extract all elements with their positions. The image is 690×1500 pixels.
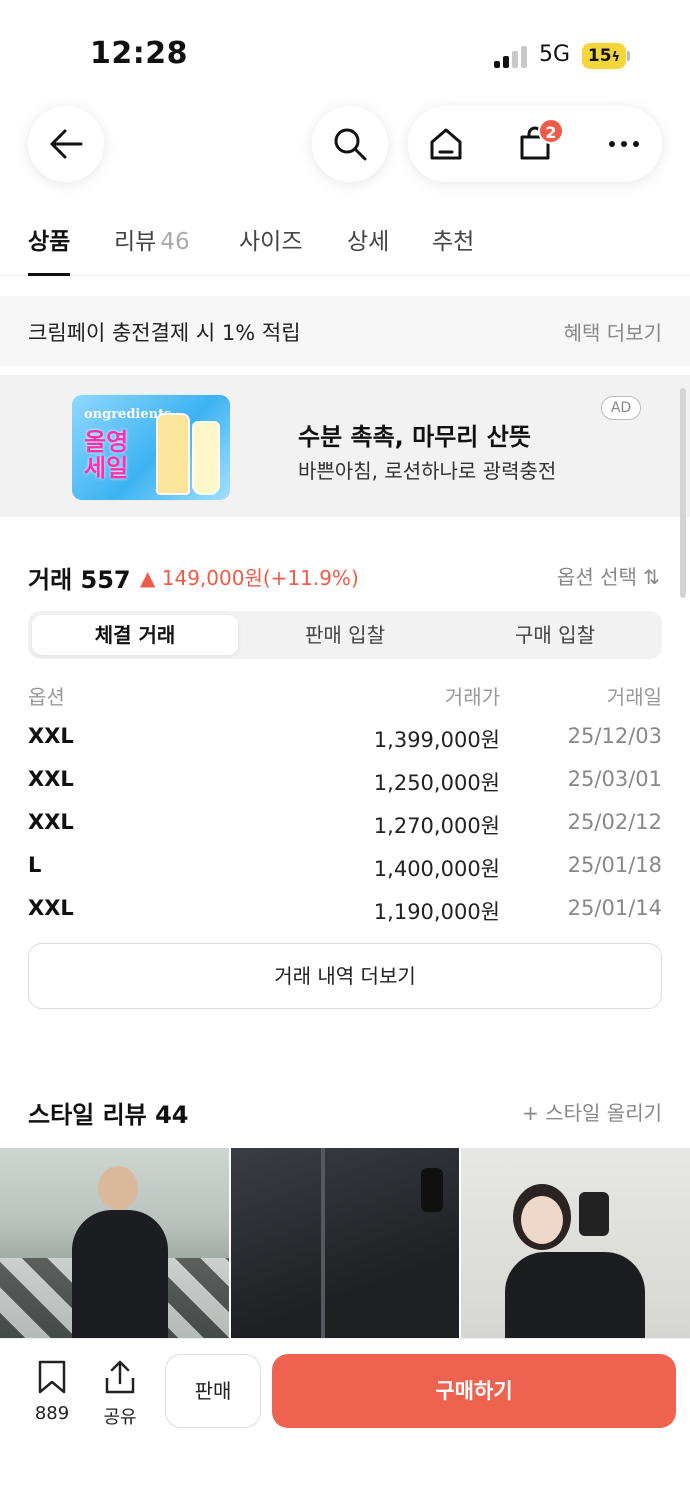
- battery-icon: 15ϟ: [582, 43, 626, 69]
- signal-icon: [494, 44, 530, 68]
- table-row: XXL 1,190,000원 25/01/14: [28, 896, 662, 928]
- row-price: 1,190,000원: [373, 900, 500, 924]
- row-date: 25/12/03: [567, 724, 662, 748]
- home-icon: [430, 128, 462, 160]
- trade-table-header: 옵션 거래가 거래일: [28, 681, 662, 711]
- network-label: 5G: [539, 42, 571, 67]
- tab-label: 상품: [28, 229, 71, 255]
- jacket-zipper: [321, 1148, 325, 1338]
- cart-count-badge: 2: [538, 118, 564, 144]
- row-price: 1,400,000원: [373, 857, 500, 881]
- share-icon: [105, 1360, 135, 1394]
- bookmark-icon: [38, 1360, 66, 1394]
- tab-review[interactable]: 리뷰 46: [114, 222, 190, 276]
- tab-size[interactable]: 사이즈: [239, 222, 302, 276]
- row-date: 25/03/01: [567, 767, 662, 791]
- style-photo[interactable]: [0, 1148, 229, 1338]
- bottom-action-bar: 889 공유 판매 구매하기: [0, 1338, 690, 1500]
- home-button[interactable]: [408, 106, 484, 182]
- status-bar: 12:28 5G 15ϟ: [0, 0, 690, 100]
- ad-badge: AD: [601, 396, 641, 420]
- row-option: XXL: [28, 767, 74, 791]
- product-tabs: 상품 리뷰 46 사이즈 상세 추천: [0, 214, 690, 276]
- bookmark-button[interactable]: 889: [28, 1359, 76, 1424]
- benefit-banner[interactable]: 크림페이 충전결제 시 1% 적립 혜택 더보기: [0, 296, 690, 366]
- row-option: XXL: [28, 810, 74, 834]
- product-tube-image: [192, 421, 220, 495]
- style-photo[interactable]: [461, 1148, 690, 1338]
- style-photo-strip: [0, 1148, 690, 1338]
- share-button[interactable]: 공유: [98, 1359, 142, 1429]
- row-option: XXL: [28, 896, 74, 920]
- more-button[interactable]: [586, 106, 662, 182]
- table-row: XXL 1,250,000원 25/03/01: [28, 767, 662, 799]
- ad-subtitle: 바쁜아침, 로션하나로 광력충전: [298, 459, 557, 483]
- row-option: L: [28, 853, 42, 877]
- trade-segment-control: 체결 거래 판매 입찰 구매 입찰: [28, 611, 662, 659]
- segment-sell-bids[interactable]: 판매 입찰: [242, 615, 448, 655]
- scrollbar[interactable]: [680, 388, 686, 598]
- tab-detail[interactable]: 상세: [347, 222, 389, 276]
- battery-level: 15: [587, 46, 612, 66]
- column-price: 거래가: [444, 685, 500, 709]
- person-head: [98, 1166, 138, 1210]
- benefit-more-link[interactable]: 혜택 더보기: [564, 317, 662, 346]
- share-label: 공유: [103, 1407, 137, 1428]
- product-bottle-image: [156, 413, 190, 495]
- tab-recommend[interactable]: 추천: [432, 222, 474, 276]
- price-change: ▲ 149,000원(+11.9%): [140, 566, 359, 590]
- segment-completed-trades[interactable]: 체결 거래: [32, 615, 238, 655]
- back-button[interactable]: [28, 106, 104, 182]
- more-dots-icon: [609, 141, 639, 147]
- phone-image: [421, 1168, 443, 1212]
- table-row: L 1,400,000원 25/01/18: [28, 853, 662, 885]
- nav-pill-group: [408, 106, 662, 182]
- tab-label: 사이즈: [239, 229, 303, 255]
- search-icon: [334, 128, 367, 161]
- tab-label: 리뷰: [114, 229, 157, 255]
- back-arrow-icon: [50, 129, 83, 159]
- ad-title: 수분 촉촉, 마무리 산뜻: [298, 423, 531, 451]
- column-option: 옵션: [28, 685, 65, 709]
- tab-product[interactable]: 상품: [28, 222, 71, 276]
- row-price: 1,399,000원: [373, 728, 500, 752]
- benefit-text: 크림페이 충전결제 시 1% 적립: [28, 321, 301, 345]
- bookmark-count: 889: [34, 1403, 70, 1424]
- person-face: [521, 1196, 563, 1244]
- row-date: 25/01/14: [567, 896, 662, 920]
- style-upload-link[interactable]: + 스타일 올리기: [522, 1097, 662, 1126]
- option-select-button[interactable]: 옵션 선택 ⇅: [557, 561, 660, 590]
- trade-history-more-button[interactable]: 거래 내역 더보기: [28, 943, 662, 1009]
- row-price: 1,250,000원: [373, 771, 500, 795]
- ad-sale-text: 올영 세일: [84, 428, 129, 482]
- segment-buy-bids[interactable]: 구매 입찰: [452, 615, 658, 655]
- search-button[interactable]: [312, 106, 388, 182]
- tab-label: 상세: [347, 229, 390, 255]
- person-jacket: [72, 1210, 168, 1338]
- person-jacket: [505, 1252, 645, 1338]
- style-photo[interactable]: [231, 1148, 459, 1338]
- status-time: 12:28: [90, 36, 188, 71]
- ad-image: ongredients 올영 세일: [72, 395, 230, 500]
- row-option: XXL: [28, 724, 74, 748]
- table-row: XXL 1,270,000원 25/02/12: [28, 810, 662, 842]
- buy-button[interactable]: 구매하기: [272, 1354, 676, 1428]
- tab-label: 추천: [432, 229, 475, 255]
- row-date: 25/01/18: [567, 853, 662, 877]
- review-count: 46: [160, 229, 190, 255]
- row-price: 1,270,000원: [373, 814, 500, 838]
- cart-button[interactable]: [497, 106, 573, 182]
- battery-cap: [627, 51, 630, 61]
- table-row: XXL 1,399,000원 25/12/03: [28, 724, 662, 756]
- column-date: 거래일: [606, 685, 662, 709]
- ad-banner[interactable]: ongredients 올영 세일 수분 촉촉, 마무리 산뜻 바쁜아침, 로션…: [0, 375, 690, 517]
- phone-image: [579, 1192, 609, 1236]
- trade-count-title: 거래 557: [28, 566, 131, 594]
- row-date: 25/02/12: [567, 810, 662, 834]
- style-review-title: 스타일 리뷰 44: [28, 1101, 189, 1129]
- sell-button[interactable]: 판매: [165, 1354, 261, 1428]
